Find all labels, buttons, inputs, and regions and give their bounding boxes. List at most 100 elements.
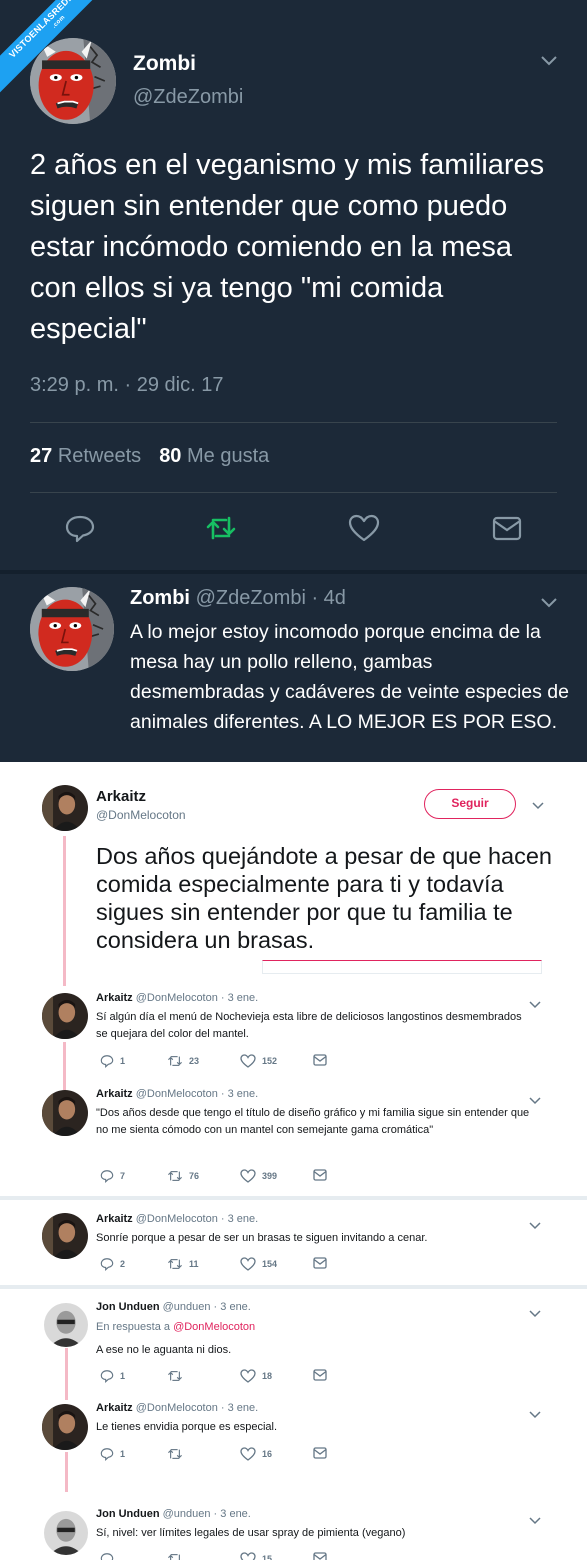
reply-action[interactable]: 1 [100,1447,125,1461]
reply-text: Sonríe porque a pesar de ser un brasas t… [96,1232,428,1244]
avatar[interactable] [44,1511,88,1555]
chevron-down-icon[interactable] [540,54,558,72]
reply-icon[interactable] [100,1169,114,1183]
divider [0,1196,587,1200]
reply-icon[interactable] [100,1054,114,1068]
reply-action[interactable]: 1 [100,1054,125,1068]
divider [0,570,587,574]
avatar[interactable] [42,1404,88,1450]
reply-meta[interactable]: @DonMelocoton · 3 ene. [136,1088,258,1100]
retweet-icon[interactable] [167,1552,183,1560]
like-action[interactable]: 154 [240,1257,277,1271]
quoted-author-handle[interactable]: @DonMelocoton [96,808,186,822]
like-count[interactable]: 80 [159,445,181,467]
divider [0,1285,587,1289]
reply-icon[interactable] [100,1447,114,1461]
reply-author-name[interactable]: Jon Unduen [96,1301,160,1313]
reply-icon[interactable] [100,1257,114,1271]
thread-author-handle[interactable]: @ZdeZombi · 4d [196,587,346,609]
like-heart-icon[interactable] [240,1169,256,1183]
dm-action[interactable] [313,1552,333,1560]
like-heart-icon[interactable] [240,1447,256,1461]
dm-action[interactable] [313,1447,333,1459]
retweet-icon[interactable] [167,1447,183,1461]
avatar[interactable] [42,1090,88,1136]
like-heart-icon[interactable] [240,1257,256,1271]
retweet-icon[interactable] [167,1169,183,1183]
in-reply-to-handle[interactable]: @DonMelocoton [173,1321,255,1333]
reply-icon[interactable] [100,1552,114,1560]
retweet-count[interactable]: 27 [30,445,52,467]
retweet-action[interactable] [167,1552,189,1560]
chevron-down-icon[interactable] [532,797,544,815]
reply-meta[interactable]: @DonMelocoton · 3 ene. [136,1213,258,1225]
follow-button[interactable]: Seguir [424,789,516,819]
retweet-icon[interactable] [167,1257,183,1271]
retweet-action[interactable] [167,1447,189,1461]
direct-message-icon[interactable] [491,512,523,544]
direct-message-icon[interactable] [313,1552,327,1560]
reply-meta[interactable]: @DonMelocoton · 3 ene. [136,992,258,1004]
avatar[interactable] [42,1213,88,1259]
reply-count: 2 [120,1259,126,1269]
dm-action[interactable] [313,1369,333,1381]
quoted-author-name[interactable]: Arkaitz [96,788,146,805]
dm-action[interactable] [313,1054,333,1066]
like-action[interactable]: 16 [240,1447,272,1461]
reply-icon[interactable] [64,512,96,544]
reply-text: A ese no le aguanta ni dios. [96,1344,232,1356]
like-label[interactable]: Me gusta [187,445,269,467]
in-reply-to: En respuesta a @DonMelocoton [96,1321,255,1333]
reply-author-name[interactable]: Arkaitz [96,1213,133,1225]
direct-message-icon[interactable] [313,1257,327,1269]
retweet-action[interactable]: 76 [167,1169,199,1183]
direct-message-icon[interactable] [313,1054,327,1066]
reply-meta[interactable]: @unduen · 3 ene. [163,1508,251,1520]
like-heart-icon[interactable] [240,1369,256,1383]
retweet-icon[interactable] [167,1054,183,1068]
retweet-action[interactable]: 23 [167,1054,199,1068]
reply-action[interactable] [100,1552,120,1560]
reply-action[interactable]: 2 [100,1257,125,1271]
direct-message-icon[interactable] [313,1447,327,1459]
tweet-timestamp[interactable]: 3:29 p. m. · 29 dic. 17 [30,374,223,397]
like-heart-icon[interactable] [348,512,380,544]
like-heart-icon[interactable] [240,1054,256,1068]
like-action[interactable]: 15 [240,1552,272,1560]
direct-message-icon[interactable] [313,1169,327,1181]
retweet-label[interactable]: Retweets [58,445,141,467]
reply-author-name[interactable]: Arkaitz [96,992,133,1004]
avatar[interactable] [42,993,88,1039]
like-heart-icon[interactable] [240,1552,256,1560]
avatar[interactable] [30,38,116,124]
direct-message-icon[interactable] [313,1369,327,1381]
reply-author-name[interactable]: Jon Unduen [96,1508,160,1520]
reply-author-name[interactable]: Arkaitz [96,1402,133,1414]
avatar[interactable] [42,785,88,831]
dm-action[interactable] [313,1257,333,1269]
like-action[interactable]: 18 [240,1369,272,1383]
thread-author-name[interactable]: Zombi [130,587,190,609]
reply-icon[interactable] [100,1369,114,1383]
like-action[interactable]: 152 [240,1054,277,1068]
dm-action[interactable] [313,1169,333,1181]
chevron-down-icon[interactable] [540,596,558,614]
retweet-icon[interactable] [205,512,237,544]
retweet-icon[interactable] [167,1369,183,1383]
avatar[interactable] [44,1303,88,1347]
reply-meta[interactable]: @unduen · 3 ene. [163,1301,251,1313]
reply-action[interactable]: 1 [100,1369,125,1383]
person-photo-icon [42,785,88,831]
reply-action[interactable]: 7 [100,1169,125,1183]
avatar[interactable] [30,587,114,671]
chevron-down-icon[interactable] [529,1305,541,1323]
reply-author-name[interactable]: Arkaitz [96,1088,133,1100]
author-name[interactable]: Zombi [133,52,196,76]
like-action[interactable]: 399 [240,1169,277,1183]
retweet-action[interactable]: 11 [167,1257,199,1271]
reply-meta[interactable]: @DonMelocoton · 3 ene. [136,1402,258,1414]
author-handle[interactable]: @ZdeZombi [133,86,243,109]
retweet-action[interactable] [167,1369,189,1383]
person-photo-icon [44,1511,88,1555]
thread-author: Zombi @ZdeZombi · 4d [130,587,346,610]
